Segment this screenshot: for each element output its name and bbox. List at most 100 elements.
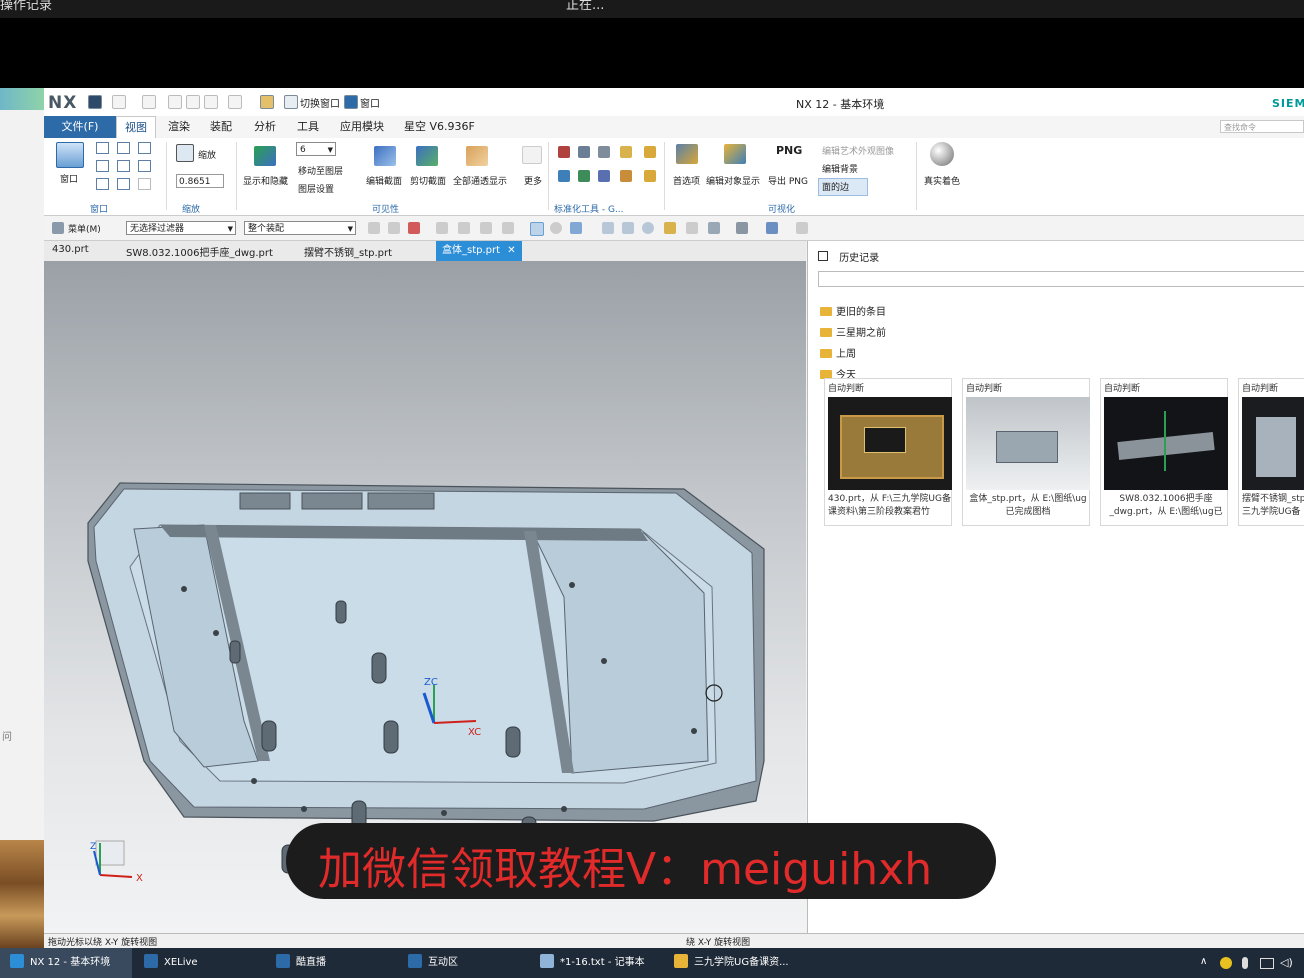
history-card[interactable]: 自动判断 SW8.032.1006把手座_dwg.prt，从 E:\图纸\ug已: [1100, 378, 1228, 526]
tab-assembly[interactable]: 装配: [202, 116, 240, 138]
preferences-icon[interactable]: [676, 144, 698, 164]
tab-file[interactable]: 文件(F): [44, 116, 116, 138]
redo-icon[interactable]: [142, 95, 156, 109]
history-folder-last-week[interactable]: 上周: [820, 345, 856, 360]
snap-point-icon[interactable]: [408, 222, 420, 234]
select-tool-5-icon[interactable]: [480, 222, 492, 234]
export-png-button[interactable]: 导出 PNG: [768, 174, 808, 187]
preferences-button[interactable]: 首选项: [673, 174, 700, 187]
doc-tab[interactable]: 摆臂不锈钢_stp.prt: [304, 244, 392, 259]
rotate-icon[interactable]: [642, 222, 654, 234]
switch-window-icon[interactable]: [284, 95, 298, 109]
cut-icon[interactable]: [168, 95, 182, 109]
undo-icon[interactable]: [112, 95, 126, 109]
paste-icon[interactable]: [204, 95, 218, 109]
history-folder-three-weeks[interactable]: 三星期之前: [820, 324, 886, 339]
std-tool-4-icon[interactable]: [620, 146, 632, 158]
edit-section-button[interactable]: 编辑截面: [366, 174, 402, 187]
face-edges-button[interactable]: 面的边: [822, 180, 849, 193]
select-tool-4-icon[interactable]: [458, 222, 470, 234]
copy-icon[interactable]: [186, 95, 200, 109]
select-box-icon[interactable]: [502, 222, 514, 234]
history-folder-older[interactable]: 更旧的条目: [820, 303, 886, 318]
std-tool-7-icon[interactable]: [578, 170, 590, 182]
view-tool-2-icon[interactable]: [622, 222, 634, 234]
layout-two-horizontal-icon[interactable]: [138, 142, 151, 154]
show-all-button[interactable]: 全部通透显示: [453, 174, 507, 187]
view-tool-4-icon[interactable]: [686, 222, 698, 234]
edit-background-button[interactable]: 编辑背景: [822, 162, 858, 175]
window-button-label[interactable]: 窗口: [60, 172, 78, 185]
menu-button[interactable]: 菜单(M): [68, 222, 101, 235]
window-menu-button[interactable]: 窗口: [360, 95, 380, 110]
layout-three-top-icon[interactable]: [96, 178, 109, 190]
tab-applications[interactable]: 应用模块: [332, 116, 392, 138]
taskbar-item-xelive[interactable]: XELive: [144, 948, 198, 978]
show-all-icon[interactable]: [466, 146, 488, 166]
select-tool-3-icon[interactable]: [436, 222, 448, 234]
std-tool-9-icon[interactable]: [620, 170, 632, 182]
taskbar-item-notepad[interactable]: *1-16.txt - 记事本: [540, 948, 645, 978]
touch-mode-icon[interactable]: [260, 95, 274, 109]
tray-up-icon[interactable]: ∧: [1200, 956, 1207, 967]
layer-settings-button[interactable]: 图层设置: [298, 182, 334, 195]
save-icon[interactable]: [88, 95, 102, 109]
command-search-input[interactable]: 查找命令: [1220, 120, 1304, 133]
tray-app-icon[interactable]: [1220, 957, 1232, 969]
window-icon[interactable]: [56, 142, 84, 168]
std-tool-5-icon[interactable]: [644, 146, 656, 158]
edit-object-display-button[interactable]: 编辑对象显示: [706, 174, 760, 187]
move-to-layer-button[interactable]: 移动至图层: [298, 164, 343, 177]
panel-checkbox-icon[interactable]: [818, 251, 828, 261]
view-tool-8-icon[interactable]: [796, 222, 808, 234]
clip-section-button[interactable]: 剪切截面: [410, 174, 446, 187]
work-layer-select[interactable]: 6: [296, 142, 336, 157]
std-tool-2-icon[interactable]: [578, 146, 590, 158]
view-tool-7-icon[interactable]: [766, 222, 778, 234]
layout-two-vertical-icon[interactable]: [117, 142, 130, 154]
zoom-icon[interactable]: [176, 144, 194, 162]
layout-three-right-icon[interactable]: [138, 160, 151, 172]
view-tool-3-icon[interactable]: [664, 222, 676, 234]
doc-tab-active[interactable]: 盒体_stp.prt ✕: [436, 241, 522, 261]
true-shading-button[interactable]: 真实着色: [924, 174, 960, 187]
history-card[interactable]: 自动判断 摆臂不锈钢_stp三九学院UG备: [1238, 378, 1304, 526]
fit-view-icon[interactable]: [550, 222, 562, 234]
taskbar-item-kuzhibo[interactable]: 酷直播: [276, 948, 326, 978]
zoom-button-label[interactable]: 缩放: [198, 148, 216, 161]
clip-section-icon[interactable]: [416, 146, 438, 166]
art-appearance-button[interactable]: 编辑艺术外观图像: [822, 144, 894, 157]
layout-single-icon[interactable]: [96, 142, 109, 154]
view-tool-5-icon[interactable]: [708, 222, 720, 234]
taskbar-item-nx[interactable]: NX 12 - 基本环境: [0, 948, 132, 978]
shaded-icon[interactable]: [570, 222, 582, 234]
type-filter-select[interactable]: 无选择过滤器: [126, 221, 236, 236]
doc-tab[interactable]: 430.prt: [52, 244, 89, 255]
show-hide-button[interactable]: 显示和隐藏: [243, 174, 288, 187]
zoom-scale-input[interactable]: 0.8651: [176, 174, 224, 188]
layout-three-left-icon[interactable]: [117, 160, 130, 172]
select-tool-2-icon[interactable]: [388, 222, 400, 234]
doc-tab[interactable]: SW8.032.1006把手座_dwg.prt: [126, 244, 273, 259]
std-tool-6-icon[interactable]: [558, 170, 570, 182]
view-tool-6-icon[interactable]: [736, 222, 748, 234]
layout-three-bottom-icon[interactable]: [117, 178, 130, 190]
close-icon[interactable]: ✕: [507, 245, 515, 256]
assembly-scope-select[interactable]: 整个装配: [244, 221, 356, 236]
volume-icon[interactable]: ◁): [1280, 956, 1293, 969]
layout-four-icon[interactable]: [96, 160, 109, 172]
network-icon[interactable]: [1260, 958, 1274, 969]
orient-view-icon[interactable]: [530, 222, 544, 236]
tab-xingkong[interactable]: 星空 V6.936F: [396, 116, 483, 138]
std-tool-3-icon[interactable]: [598, 146, 610, 158]
taskbar-item-explorer[interactable]: 三九学院UG备课资...: [674, 948, 789, 978]
history-card[interactable]: 自动判断 盒体_stp.prt，从 E:\图纸\ug已完成图档: [962, 378, 1090, 526]
window-menu-icon[interactable]: [344, 95, 358, 109]
std-tool-1-icon[interactable]: [558, 146, 570, 158]
tab-render[interactable]: 渲染: [160, 116, 198, 138]
png-icon[interactable]: PNG: [776, 144, 802, 157]
show-hide-icon[interactable]: [254, 146, 276, 166]
more-icon[interactable]: [522, 146, 542, 164]
microphone-icon[interactable]: [1242, 957, 1248, 969]
select-tool-1-icon[interactable]: [368, 222, 380, 234]
